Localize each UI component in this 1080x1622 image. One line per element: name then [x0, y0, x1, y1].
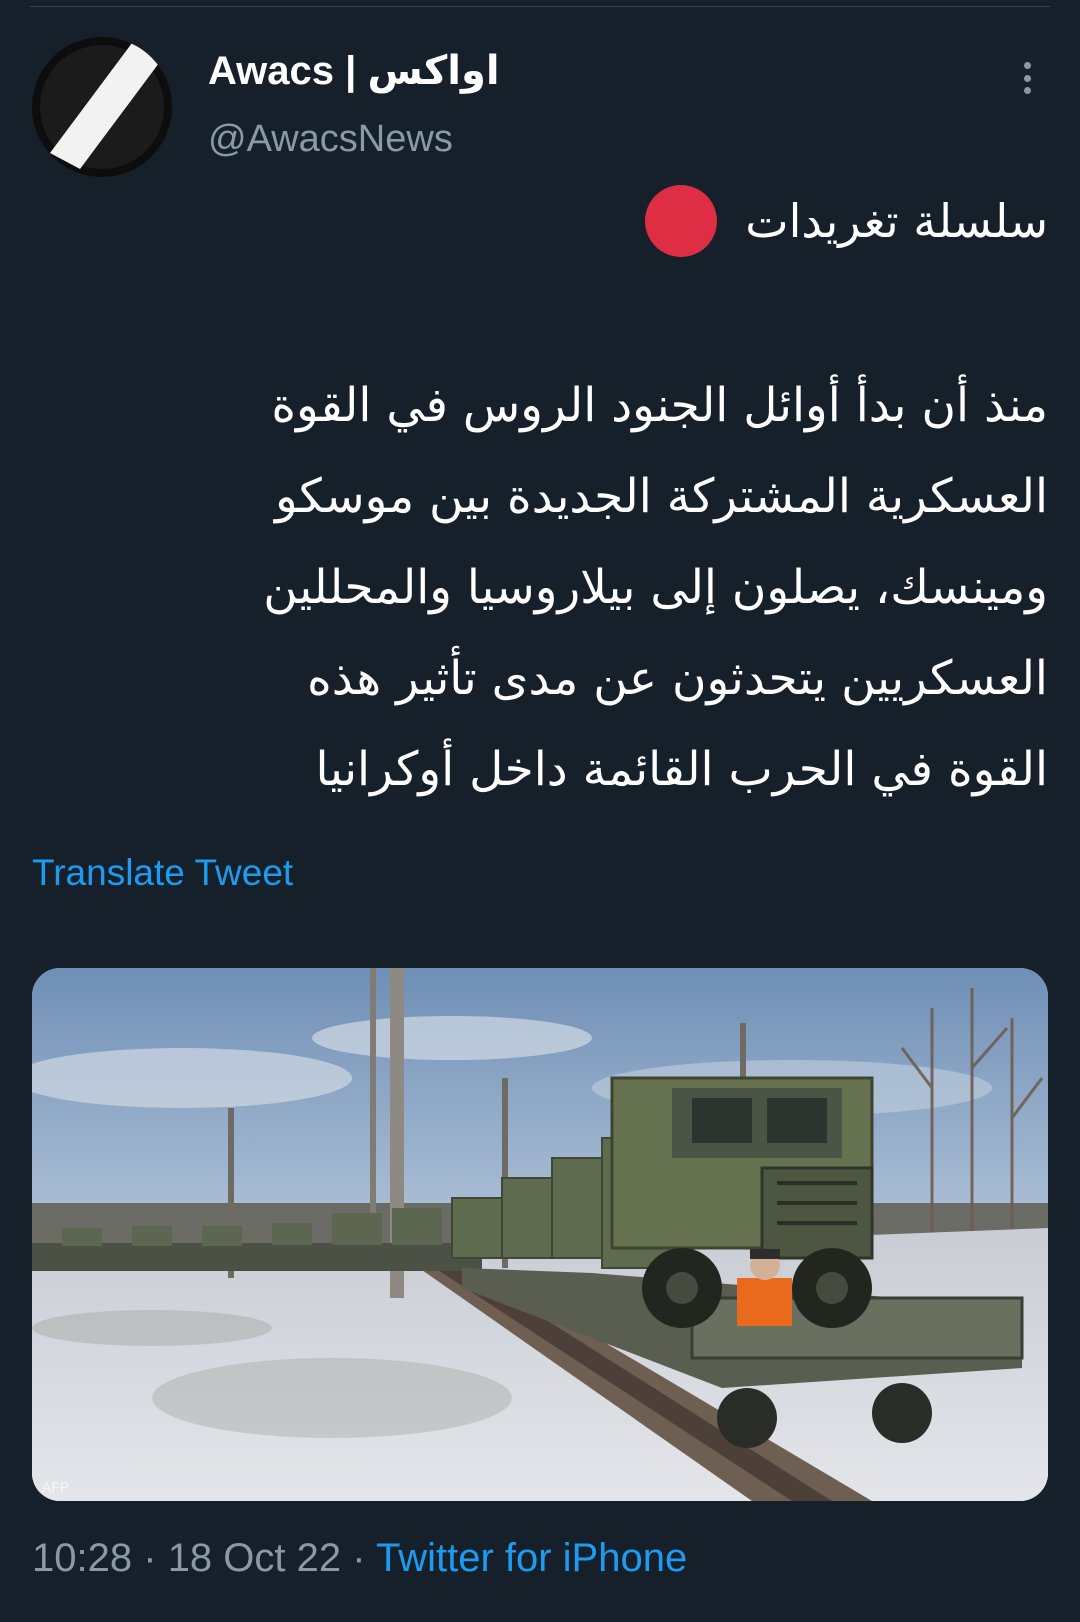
- tweet-body-line: القوة في الحرب القائمة داخل أوكرانيا: [315, 742, 1048, 797]
- avatar-logo-icon: [32, 37, 172, 177]
- thread-label: سلسلة تغريدات: [745, 194, 1048, 248]
- tweet-body-line: منذ أن بدأ أوائل الجنود الروس في القوة: [271, 378, 1048, 433]
- red-circle-icon: [645, 185, 718, 257]
- top-divider: [30, 6, 1050, 7]
- tweet-body: منذ أن بدأ أوائل الجنود الروس في القوة ا…: [60, 360, 1048, 815]
- meta-separator: ·: [143, 1536, 157, 1580]
- tweet-body-line: ومينسك، يصلون إلى بيلاروسيا والمحللين: [263, 560, 1048, 615]
- thread-label-row: سلسلة تغريدات: [645, 185, 1048, 257]
- avatar[interactable]: [32, 37, 172, 177]
- tweet-date: 18 Oct 22: [167, 1536, 342, 1580]
- military-train-photo-icon: AFP: [32, 968, 1048, 1501]
- tweet-body-line: العسكرية المشتركة الجديدة بين موسكو: [275, 469, 1048, 524]
- tweet-media-photo[interactable]: AFP: [32, 968, 1048, 1501]
- tweet-meta: 10:28 · 18 Oct 22 · Twitter for iPhone: [32, 1536, 687, 1581]
- author-handle[interactable]: @AwacsNews: [208, 118, 453, 161]
- tweet-time: 10:28: [32, 1536, 133, 1580]
- photo-watermark: AFP: [42, 1479, 69, 1495]
- translate-tweet-link[interactable]: Translate Tweet: [32, 852, 293, 894]
- tweet-source-link[interactable]: Twitter for iPhone: [376, 1536, 687, 1580]
- more-options-icon[interactable]: [1012, 58, 1042, 98]
- meta-separator: ·: [352, 1536, 366, 1580]
- tweet-body-line: العسكريين يتحدثون عن مدى تأثير هذه: [307, 651, 1048, 706]
- author-name[interactable]: Awacs | اواكس: [208, 48, 500, 94]
